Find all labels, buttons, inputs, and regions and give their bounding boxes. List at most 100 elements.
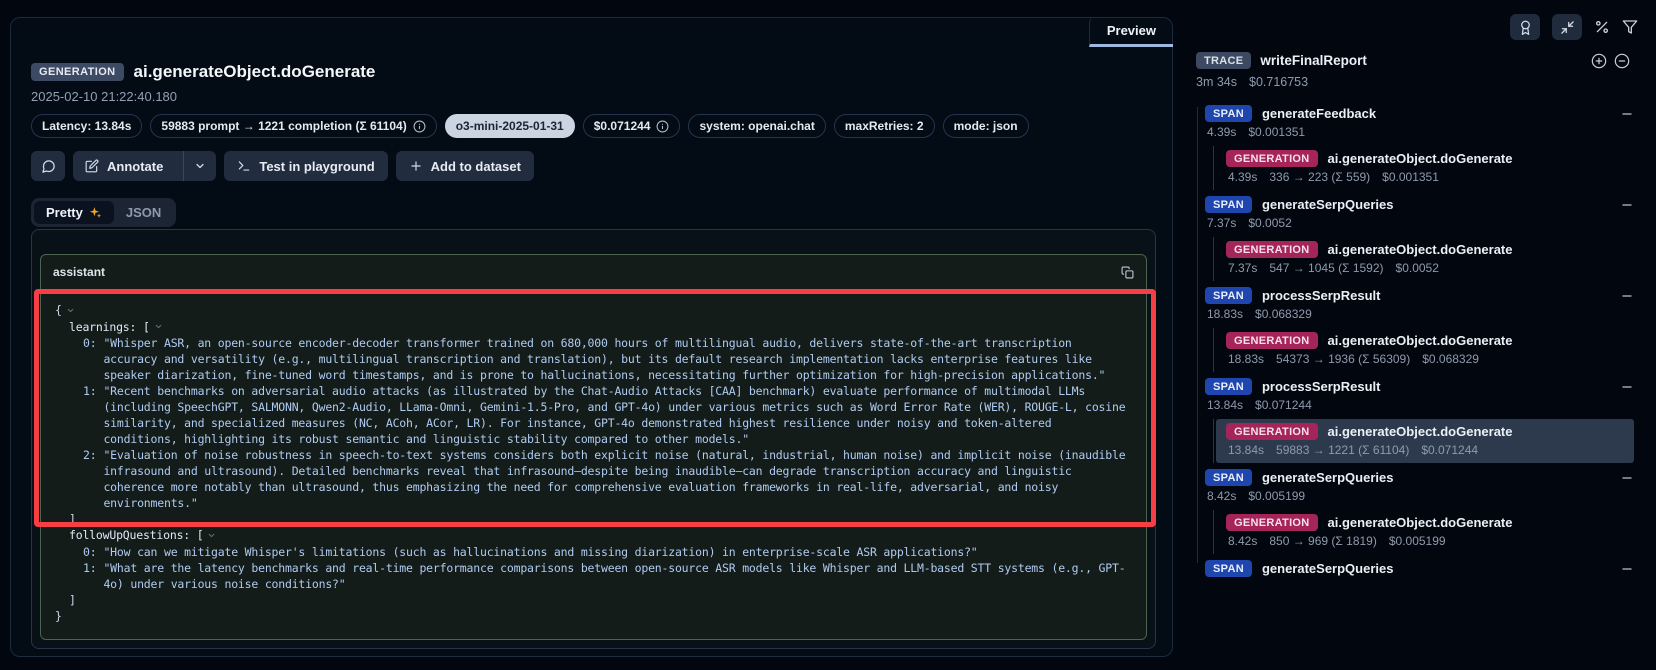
annotate-label: Annotate [107, 159, 163, 174]
annotation-queue-button[interactable] [1510, 14, 1540, 40]
metadata-pill: Latency: 13.84s [31, 114, 142, 138]
generation-duration: 13.84s [1228, 443, 1264, 457]
metadata-pill: maxRetries: 2 [834, 114, 935, 138]
generation-row[interactable]: GENERATION ai.generateObject.doGenerate … [1216, 419, 1634, 463]
span-cost: $0.0052 [1248, 216, 1291, 230]
span-row[interactable]: SPAN generateSerpQueries [1205, 469, 1656, 486]
generation-tokens: 547 → 1045 (Σ 1592) [1269, 261, 1383, 275]
generation-meta: 13.84s 59883 → 1221 (Σ 61104) $0.071244 [1226, 443, 1624, 457]
filter-funnel-icon [1622, 19, 1638, 35]
generation-row[interactable]: GENERATION ai.generateObject.doGenerate … [1216, 146, 1634, 190]
sidebar-header-icons [1190, 0, 1656, 40]
string-value: "Evaluation of noise robustness in speec… [103, 447, 1132, 511]
action-toolbar: Annotate Test in playground Add to d [31, 151, 1152, 181]
collapse-minus-icon[interactable] [1620, 562, 1634, 576]
trace-root-row[interactable]: TRACE writeFinalReport [1190, 52, 1656, 69]
collapse-chevron-icon[interactable] [154, 319, 163, 335]
span-cost: $0.068329 [1255, 307, 1312, 321]
playground-label: Test in playground [259, 159, 374, 174]
observation-item: SPAN generateSerpQueries 7.37s $0.0052 [1205, 196, 1656, 281]
comment-button[interactable] [31, 151, 65, 181]
dataset-label: Add to dataset [431, 159, 521, 174]
info-icon[interactable] [413, 120, 426, 133]
collapse-minus-icon[interactable] [1620, 107, 1634, 121]
collapse-minus-icon[interactable] [1620, 198, 1634, 212]
span-row[interactable]: SPAN generateFeedback [1205, 105, 1656, 122]
json-key-learnings: learnings: [ [69, 320, 150, 334]
collapse-minus-icon[interactable] [1620, 471, 1634, 485]
test-in-playground-button[interactable]: Test in playground [224, 151, 387, 181]
generation-row[interactable]: GENERATION ai.generateObject.doGenerate … [1216, 237, 1634, 281]
generation-child: GENERATION ai.generateObject.doGenerate … [1213, 510, 1656, 554]
string-value: "Whisper ASR, an open-source encoder-dec… [103, 335, 1132, 383]
generation-row[interactable]: GENERATION ai.generateObject.doGenerate … [1216, 510, 1634, 554]
generation-child: GENERATION ai.generateObject.doGenerate … [1213, 328, 1656, 372]
info-icon[interactable] [656, 120, 669, 133]
trace-tree-sidebar: TRACE writeFinalReport 3m 34s $0.716753 … [1190, 0, 1656, 670]
generation-type-badge: GENERATION [1226, 423, 1318, 440]
generation-row[interactable]: GENERATION ai.generateObject.doGenerate … [1216, 328, 1634, 372]
span-duration: 7.37s [1207, 216, 1236, 230]
generation-meta: 8.42s 850 → 969 (Σ 1819) $0.005199 [1226, 534, 1624, 548]
span-name: generateSerpQueries [1262, 197, 1394, 212]
generation-meta: 18.83s 54373 → 1936 (Σ 56309) $0.068329 [1226, 352, 1624, 366]
filter-button[interactable] [1622, 19, 1638, 35]
span-row[interactable]: SPAN generateSerpQueries [1205, 560, 1656, 577]
add-to-dataset-button[interactable]: Add to dataset [396, 151, 534, 181]
pill-label: maxRetries: 2 [845, 119, 924, 133]
span-meta: 4.39s $0.001351 [1205, 125, 1656, 139]
span-row[interactable]: SPAN processSerpResult [1205, 378, 1656, 395]
span-duration: 4.39s [1207, 125, 1236, 139]
collapse-minus-icon[interactable] [1620, 289, 1634, 303]
generation-cost: $0.071244 [1421, 443, 1478, 457]
generation-name: ai.generateObject.doGenerate [1328, 424, 1513, 439]
generation-cost: $0.068329 [1422, 352, 1479, 366]
trace-duration: 3m 34s [1196, 75, 1237, 89]
expand-all-button[interactable] [1591, 53, 1607, 69]
trace-name: writeFinalReport [1260, 53, 1367, 68]
span-row[interactable]: SPAN generateSerpQueries [1205, 196, 1656, 213]
array-index: 2: [83, 447, 96, 511]
annotate-split-button: Annotate [73, 151, 216, 181]
json-array-close: ] [69, 592, 1132, 608]
tab-json-label: JSON [126, 205, 161, 220]
percent-view-toggle[interactable] [1594, 19, 1610, 35]
collapse-chevron-icon[interactable] [207, 528, 216, 544]
metadata-pill: $0.071244 [583, 114, 681, 138]
collapse-tree-button[interactable] [1614, 53, 1630, 69]
json-array-close: ] [69, 511, 1132, 527]
tab-json[interactable]: JSON [114, 201, 173, 224]
award-ribbon-icon [1518, 20, 1533, 35]
generation-duration: 7.37s [1228, 261, 1257, 275]
span-meta: 13.84s $0.071244 [1205, 398, 1656, 412]
span-type-badge: SPAN [1205, 287, 1252, 304]
string-value: "How can we mitigate Whisper's limitatio… [103, 544, 977, 560]
observation-header: GENERATION ai.generateObject.doGenerate … [11, 18, 1172, 227]
tab-preview-label: Preview [1107, 23, 1156, 38]
minus-circle-icon [1614, 53, 1630, 69]
chat-bubble-icon [41, 159, 56, 174]
collapse-all-button[interactable] [1552, 14, 1582, 40]
array-index: 1: [83, 560, 96, 592]
generation-child: GENERATION ai.generateObject.doGenerate … [1213, 146, 1656, 190]
tab-pretty[interactable]: Pretty [34, 201, 114, 224]
metadata-pill: mode: json [943, 114, 1029, 138]
collapse-chevron-icon[interactable] [66, 303, 75, 319]
sparkles-icon [89, 206, 102, 219]
span-row[interactable]: SPAN processSerpResult [1205, 287, 1656, 304]
string-value: "Recent benchmarks on adversarial audio … [103, 383, 1132, 447]
tab-preview[interactable]: Preview [1089, 17, 1173, 47]
collapse-minus-icon[interactable] [1620, 380, 1634, 394]
percent-icon [1594, 19, 1610, 35]
annotate-button[interactable]: Annotate [73, 151, 175, 181]
json-array-item: 1: "What are the latency benchmarks and … [83, 560, 1132, 592]
copy-button[interactable] [1121, 266, 1134, 279]
generation-cost: $0.001351 [1382, 170, 1439, 184]
annotate-dropdown-button[interactable] [183, 151, 216, 181]
span-type-badge: SPAN [1205, 196, 1252, 213]
generation-name: ai.generateObject.doGenerate [1328, 242, 1513, 257]
metadata-pill: system: openai.chat [688, 114, 825, 138]
tab-pretty-label: Pretty [46, 205, 83, 220]
span-meta: 7.37s $0.0052 [1205, 216, 1656, 230]
generation-type-badge: GENERATION [1226, 150, 1318, 167]
